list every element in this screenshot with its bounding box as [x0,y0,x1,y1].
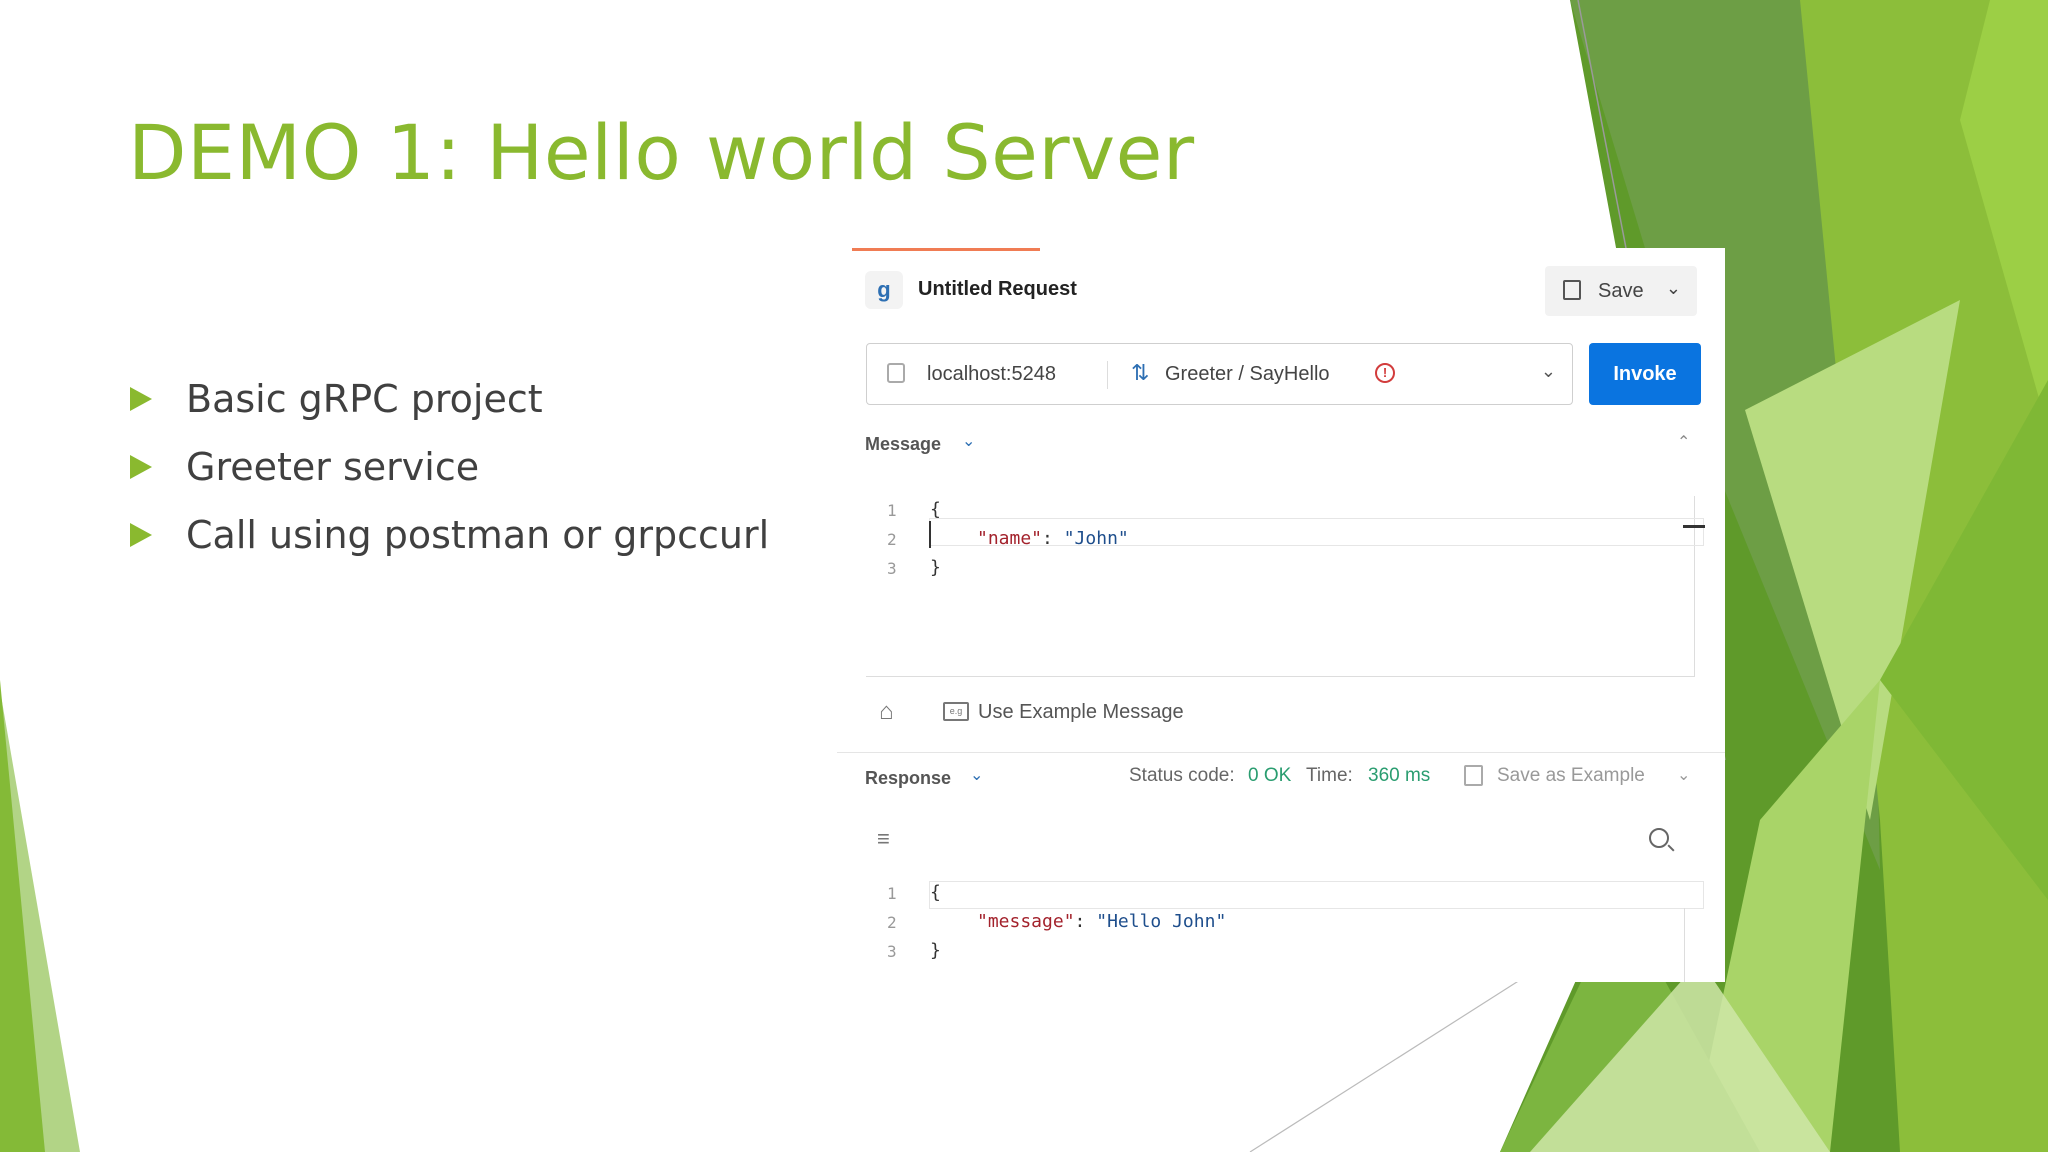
time-label: Time: [1306,765,1353,786]
code-brace: { [930,882,941,903]
bullet-arrow-icon [130,387,152,411]
line-number: 3 [887,942,897,961]
chevron-down-icon[interactable]: ⌄ [1541,361,1556,382]
json-colon: : [1042,528,1064,549]
editor-border [1684,908,1685,982]
json-value: "John" [1063,528,1129,549]
response-label[interactable]: Response [865,768,951,789]
bullet-text: Call using postman or grpccurl [186,513,770,557]
text-cursor [929,521,931,548]
warning-icon[interactable]: ! [1375,363,1395,383]
bullet-item: Basic gRPC project [130,365,769,433]
line-number: 1 [887,884,897,903]
wrap-lines-icon[interactable]: ≡ [877,826,890,852]
chevron-down-icon[interactable]: ⌄ [970,765,983,785]
save-label: Save [1598,280,1644,302]
bullet-item: Call using postman or grpccurl [130,501,769,569]
active-tab-indicator [852,248,1040,251]
method-arrows-icon: ⇅ [1131,360,1150,385]
save-button[interactable]: Save ⌄ [1545,266,1697,316]
bullet-item: Greeter service [130,433,769,501]
line-number: 1 [887,501,897,520]
bullet-arrow-icon [130,455,152,479]
code-line: "name": "John" [977,528,1129,549]
code-line: "message": "Hello John" [977,911,1226,932]
save-icon [1464,765,1483,786]
request-title[interactable]: Untitled Request [918,278,1077,301]
section-divider [837,752,1725,753]
url-input[interactable]: localhost:5248 [927,363,1056,386]
json-key: "message" [977,911,1075,932]
code-brace: { [930,499,941,520]
lock-icon[interactable] [887,363,905,383]
method-select[interactable]: Greeter / SayHello [1165,363,1330,386]
code-brace: } [930,940,941,961]
json-value: "Hello John" [1096,911,1227,932]
line-number: 2 [887,913,897,932]
divider [1107,361,1108,389]
json-colon: : [1074,911,1097,932]
bullet-text: Greeter service [186,445,480,489]
slide-title: DEMO 1: Hello world Server [128,108,1195,197]
url-bar[interactable]: localhost:5248 ⇅ Greeter / SayHello ! ⌄ [866,343,1573,405]
use-example-button[interactable]: Use Example Message [978,701,1184,724]
json-key: "name" [977,528,1043,549]
postman-screenshot: g Untitled Request Save ⌄ localhost:5248… [837,248,1725,982]
save-as-example-button[interactable]: Save as Example [1497,765,1645,787]
status-label: Status code: [1129,765,1235,786]
bullet-text: Basic gRPC project [186,377,543,421]
bullet-list: Basic gRPC project Greeter service Call … [130,365,769,569]
bullet-arrow-icon [130,523,152,547]
chevron-down-icon[interactable]: ⌄ [1677,765,1690,785]
chevron-down-icon[interactable]: ⌄ [1666,278,1681,299]
line-number: 3 [887,559,897,578]
beautify-icon[interactable]: ⌂ [879,698,894,726]
status-value: 0 OK [1248,765,1292,786]
message-label[interactable]: Message [865,434,941,455]
line-number: 2 [887,530,897,549]
search-icon[interactable] [1649,828,1669,848]
code-brace: } [930,557,941,578]
scroll-marker [1683,525,1705,528]
example-icon: e.g [943,702,969,721]
grpc-icon: g [865,271,903,309]
chevron-down-icon[interactable]: ⌄ [962,431,975,451]
chevron-up-icon[interactable]: ⌃ [1677,432,1690,452]
save-icon [1563,280,1581,300]
current-line-highlight [929,881,1704,909]
invoke-button[interactable]: Invoke [1589,343,1701,405]
time-value[interactable]: 360 ms [1368,765,1430,787]
